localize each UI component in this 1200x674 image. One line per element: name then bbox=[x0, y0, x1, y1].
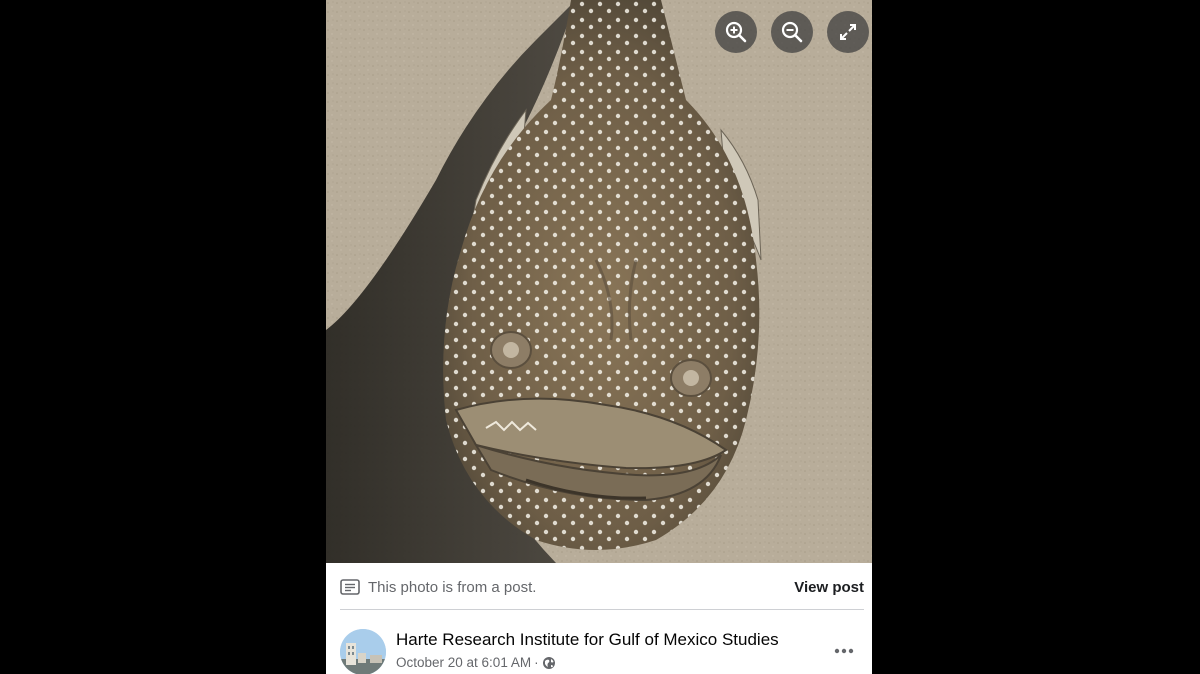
post-timestamp[interactable]: October 20 at 6:01 AM bbox=[396, 655, 531, 670]
more-options-icon bbox=[834, 648, 854, 654]
zoom-out-button[interactable] bbox=[771, 11, 813, 53]
post-author-row: Harte Research Institute for Gulf of Mex… bbox=[340, 627, 864, 674]
post-notice: This photo is from a post. View post bbox=[340, 573, 864, 601]
zoom-out-icon bbox=[781, 21, 803, 43]
photo-viewer: This photo is from a post. View post Har… bbox=[326, 0, 872, 674]
more-options-button[interactable] bbox=[832, 641, 856, 661]
view-post-link[interactable]: View post bbox=[794, 579, 864, 596]
post-photo[interactable] bbox=[326, 0, 872, 563]
post-notice-icon bbox=[340, 579, 360, 595]
post-info-panel: This photo is from a post. View post Har… bbox=[326, 563, 872, 674]
meta-separator: · bbox=[534, 655, 539, 670]
post-notice-text: This photo is from a post. bbox=[368, 578, 537, 596]
globe-icon bbox=[542, 656, 555, 669]
expand-icon bbox=[840, 24, 856, 40]
author-name-link[interactable]: Harte Research Institute for Gulf of Mex… bbox=[396, 630, 779, 650]
post-meta: October 20 at 6:01 AM · bbox=[396, 655, 556, 670]
author-avatar-image bbox=[340, 629, 386, 674]
fish-photo-illustration bbox=[326, 0, 872, 563]
zoom-in-icon bbox=[725, 21, 747, 43]
author-avatar[interactable] bbox=[340, 629, 386, 674]
fullscreen-button[interactable] bbox=[827, 11, 869, 53]
zoom-in-button[interactable] bbox=[715, 11, 757, 53]
divider bbox=[340, 609, 864, 610]
